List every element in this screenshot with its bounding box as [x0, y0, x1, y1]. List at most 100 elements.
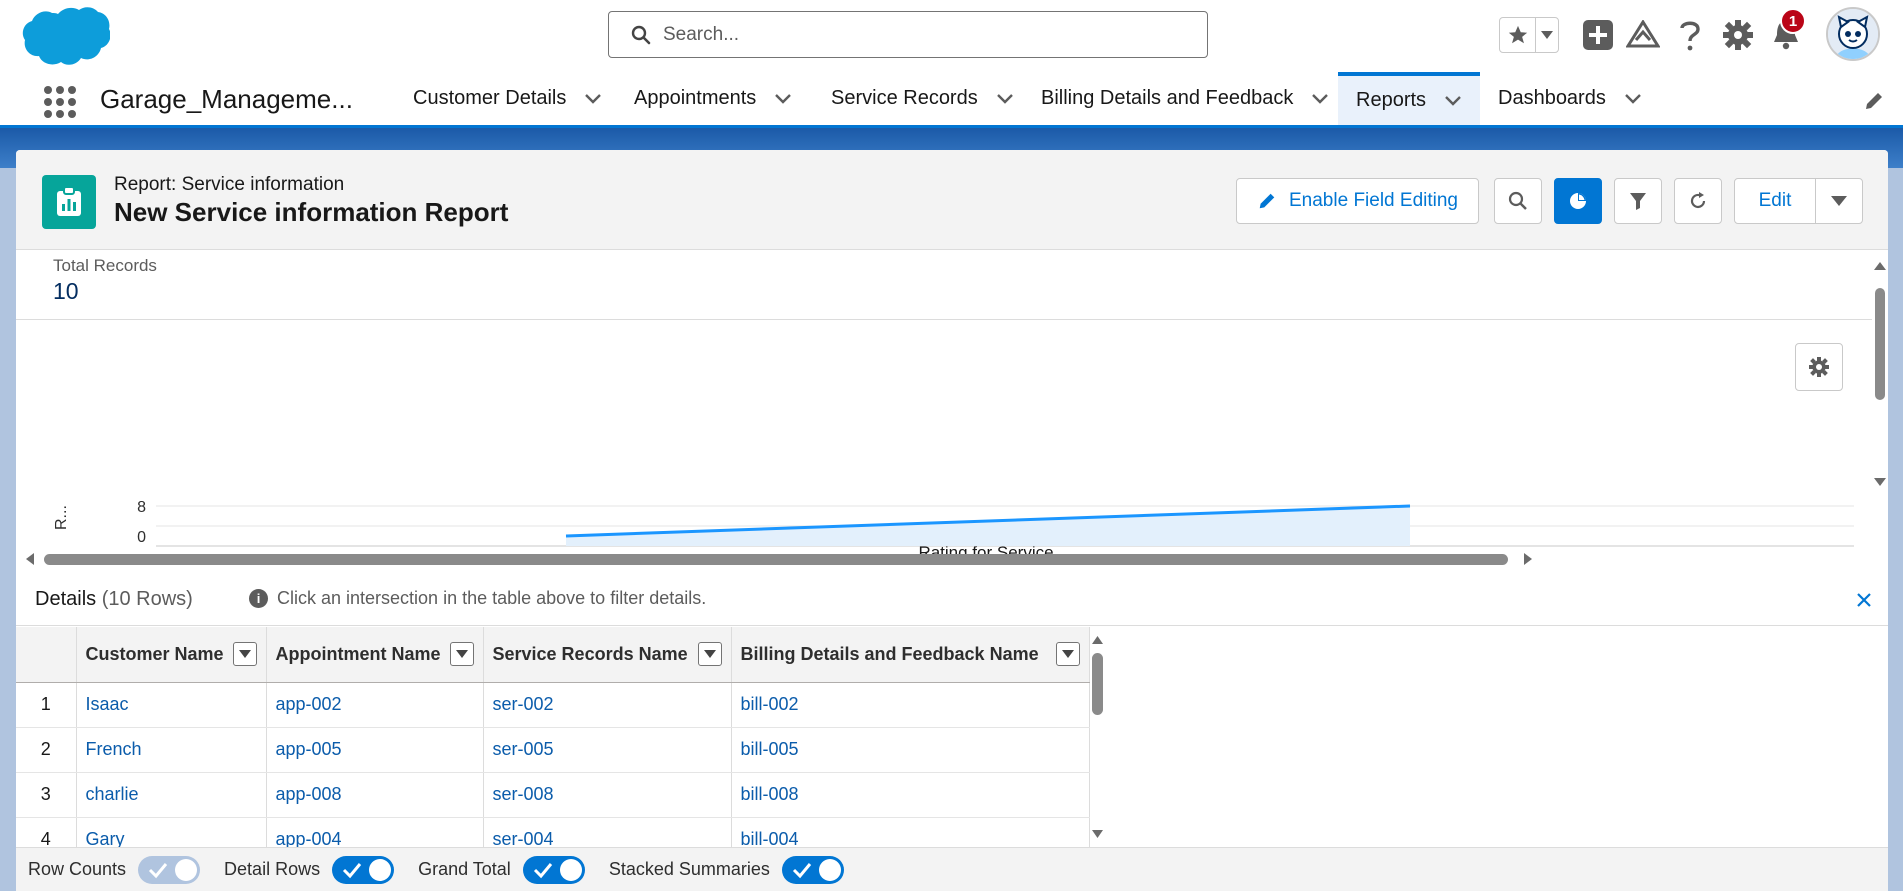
details-title: Details (10 Rows)	[35, 588, 193, 611]
billing-link[interactable]: bill-004	[731, 817, 1090, 847]
search-report-button[interactable]	[1494, 178, 1542, 224]
table-header-row: Customer Name Appointment Name Service R…	[16, 627, 1090, 683]
column-header-billing-name[interactable]: Billing Details and Feedback Name	[731, 627, 1090, 683]
column-menu-button[interactable]	[1055, 642, 1080, 667]
grand-total-label: Grand Total	[418, 859, 511, 879]
billing-link[interactable]: bill-008	[731, 772, 1090, 818]
global-search[interactable]	[608, 11, 1208, 58]
appointment-link[interactable]: app-002	[266, 682, 484, 728]
salesforce-logo[interactable]	[22, 6, 110, 68]
favorites-list-button[interactable]	[1536, 18, 1558, 52]
check-icon	[533, 862, 552, 878]
report-vertical-scrollbar[interactable]	[1872, 250, 1888, 568]
add-icon	[1583, 20, 1613, 50]
more-actions-button[interactable]	[1815, 178, 1863, 224]
nav-item-label: Service Records	[831, 87, 978, 109]
service-record-link[interactable]: ser-005	[483, 727, 732, 773]
details-title-text: Details	[35, 588, 97, 610]
pie-chart-icon	[1570, 193, 1586, 209]
column-header-service-records-name[interactable]: Service Records Name	[483, 627, 732, 683]
user-avatar[interactable]	[1826, 7, 1880, 61]
app-nav-bar: Garage_Manageme... Customer Details Appo…	[0, 72, 1903, 128]
filter-button[interactable]	[1614, 178, 1662, 224]
chevron-down-icon[interactable]	[584, 89, 604, 109]
column-header-label: Appointment Name	[275, 643, 441, 664]
column-header-label: Service Records Name	[492, 643, 688, 664]
row-counts-toggle-item: Row Counts	[28, 855, 212, 884]
row-counts-label: Row Counts	[28, 859, 127, 879]
billing-link[interactable]: bill-002	[731, 682, 1090, 728]
app-launcher-button[interactable]	[40, 82, 76, 118]
row-number: 3	[16, 772, 77, 818]
billing-link[interactable]: bill-005	[731, 727, 1090, 773]
search-icon	[631, 25, 651, 44]
customer-link[interactable]: charlie	[76, 772, 267, 818]
row-counts-toggle[interactable]	[138, 855, 201, 884]
appointment-link[interactable]: app-008	[266, 772, 484, 818]
refresh-button[interactable]	[1674, 178, 1722, 224]
check-icon	[343, 862, 362, 878]
customer-link[interactable]: French	[76, 727, 267, 773]
chevron-down-icon[interactable]	[1311, 89, 1331, 109]
setup-button[interactable]	[1720, 17, 1756, 53]
grand-total-toggle[interactable]	[522, 855, 585, 884]
service-record-link[interactable]: ser-008	[483, 772, 732, 818]
nav-item-dashboards[interactable]: Dashboards	[1498, 72, 1644, 125]
nav-item-appointments[interactable]: Appointments	[634, 72, 794, 125]
close-icon[interactable]	[1854, 590, 1874, 610]
column-header-customer-name[interactable]: Customer Name	[76, 627, 267, 683]
nav-item-reports[interactable]: Reports	[1338, 72, 1480, 125]
favorites-star-button[interactable]	[1500, 18, 1536, 52]
toggle-chart-button[interactable]	[1554, 178, 1602, 224]
appointment-link[interactable]: app-004	[266, 817, 484, 847]
detail-rows-toggle[interactable]	[332, 855, 395, 884]
detail-rows-label: Detail Rows	[224, 859, 321, 879]
nav-item-customer-details[interactable]: Customer Details	[413, 72, 604, 125]
edit-nav-pencil-icon[interactable]	[1863, 90, 1885, 112]
total-records-section: Total Records 10	[16, 250, 1872, 320]
chart-horizontal-scrollbar[interactable]	[16, 550, 1872, 572]
help-icon	[1680, 21, 1700, 51]
trailhead-button[interactable]	[1625, 17, 1661, 53]
chart-y-tick-label: 0	[137, 529, 146, 546]
chevron-down-icon[interactable]	[1444, 91, 1464, 111]
help-button[interactable]	[1672, 17, 1708, 53]
search-input[interactable]	[663, 23, 1183, 46]
grand-total-toggle-item: Grand Total	[418, 855, 597, 884]
chevron-down-icon[interactable]	[996, 89, 1016, 109]
nav-item-billing-details[interactable]: Billing Details and Feedback	[1041, 72, 1331, 125]
table-row: 1 Isaac app-002 ser-002 bill-002	[16, 682, 1090, 728]
service-record-link[interactable]: ser-002	[483, 682, 732, 728]
search-icon	[1508, 191, 1527, 210]
global-actions-button[interactable]	[1580, 17, 1616, 53]
edit-button[interactable]: Edit	[1734, 178, 1816, 224]
customer-link[interactable]: Gary	[76, 817, 267, 847]
details-info-text: Click an intersection in the table above…	[277, 588, 707, 608]
refresh-icon	[1690, 192, 1706, 209]
details-table: Customer Name Appointment Name Service R…	[16, 627, 1090, 847]
appointment-link[interactable]: app-005	[266, 727, 484, 773]
stacked-summaries-toggle[interactable]	[781, 855, 844, 884]
chevron-down-icon[interactable]	[1624, 89, 1644, 109]
check-icon	[148, 862, 168, 878]
nav-item-service-records[interactable]: Service Records	[831, 72, 1016, 125]
chart-settings-button[interactable]	[1795, 343, 1843, 391]
nav-item-label: Appointments	[634, 87, 757, 109]
nav-item-label: Customer Details	[413, 87, 567, 109]
customer-link[interactable]: Isaac	[76, 682, 267, 728]
enable-field-editing-button[interactable]: Enable Field Editing	[1236, 178, 1479, 224]
app-name: Garage_Manageme...	[100, 84, 353, 114]
column-menu-button[interactable]	[449, 642, 474, 667]
astro-avatar-icon	[1828, 9, 1878, 59]
caret-down-icon	[238, 650, 251, 659]
report-footer-toggles: Row Counts Detail Rows Grand Total Stack…	[16, 847, 1888, 891]
table-row: 4 Gary app-004 ser-004 bill-004	[16, 817, 1090, 847]
chevron-down-icon[interactable]	[774, 89, 794, 109]
service-record-link[interactable]: ser-004	[483, 817, 732, 847]
column-menu-button[interactable]	[232, 642, 257, 667]
column-menu-button[interactable]	[697, 642, 722, 667]
table-vertical-scrollbar[interactable]	[1089, 627, 1106, 847]
row-number: 2	[16, 727, 77, 773]
column-header-appointment-name[interactable]: Appointment Name	[266, 627, 484, 683]
total-records-label: Total Records	[53, 256, 157, 275]
